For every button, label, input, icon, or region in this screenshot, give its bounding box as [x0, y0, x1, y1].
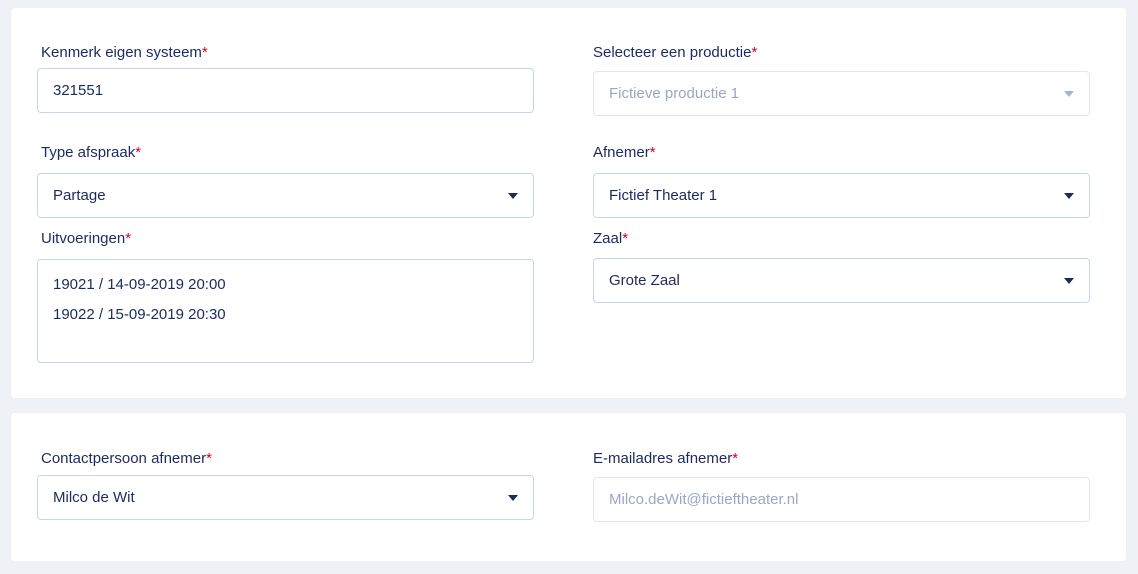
zaal-value: Grote Zaal — [609, 272, 680, 289]
required-marker: * — [206, 450, 212, 467]
required-marker: * — [135, 144, 142, 161]
caret-down-icon — [508, 494, 518, 501]
required-marker: * — [649, 144, 656, 161]
productie-select[interactable]: Fictieve productie 1 — [593, 71, 1090, 116]
kenmerk-label: Kenmerk eigen systeem* — [41, 44, 208, 61]
uitvoeringen-label-text: Uitvoeringen — [41, 230, 126, 247]
email-label: E-mailadres afnemer* — [593, 450, 738, 467]
email-label-text: E-mailadres afnemer — [593, 450, 733, 467]
afnemer-label: Afnemer* — [593, 144, 656, 161]
type-afspraak-select[interactable]: Partage — [37, 173, 534, 218]
required-marker: * — [751, 44, 758, 61]
zaal-label: Zaal* — [593, 230, 628, 247]
productie-label-text: Selecteer een productie — [593, 44, 752, 61]
form-card-contact: Contactpersoon afnemer* Milco de Wit E-m… — [11, 413, 1126, 561]
type-afspraak-value: Partage — [53, 187, 106, 204]
required-marker: * — [201, 44, 208, 61]
uitvoering-option[interactable]: 19022 / 15-09-2019 20:30 — [53, 300, 518, 330]
kenmerk-value: 321551 — [53, 82, 104, 99]
email-field[interactable]: Milco.deWit@fictieftheater.nl — [593, 477, 1090, 522]
email-placeholder: Milco.deWit@fictieftheater.nl — [609, 491, 799, 508]
required-marker: * — [622, 230, 629, 247]
afnemer-label-text: Afnemer — [593, 144, 650, 161]
caret-down-icon — [1064, 277, 1074, 284]
contactpersoon-value: Milco de Wit — [53, 489, 135, 506]
kenmerk-input[interactable]: 321551 — [37, 68, 534, 113]
form-card-main: Kenmerk eigen systeem* 321551 Selecteer … — [11, 8, 1126, 398]
uitvoering-option[interactable]: 19021 / 14-09-2019 20:00 — [53, 270, 518, 300]
contactpersoon-label-text: Contactpersoon afnemer — [41, 450, 207, 467]
caret-down-icon — [508, 192, 518, 199]
productie-label: Selecteer een productie* — [593, 44, 757, 61]
caret-down-icon — [1064, 90, 1074, 97]
afnemer-select[interactable]: Fictief Theater 1 — [593, 173, 1090, 218]
zaal-label-text: Zaal — [593, 230, 623, 247]
type-afspraak-label-text: Type afspraak — [41, 144, 136, 161]
contactpersoon-label: Contactpersoon afnemer* — [41, 450, 212, 467]
type-afspraak-label: Type afspraak* — [41, 144, 141, 161]
kenmerk-label-text: Kenmerk eigen systeem — [41, 44, 202, 61]
required-marker: * — [732, 450, 739, 467]
uitvoeringen-multiselect[interactable]: 19021 / 14-09-2019 20:00 19022 / 15-09-2… — [37, 259, 534, 363]
contactpersoon-select[interactable]: Milco de Wit — [37, 475, 534, 520]
zaal-select[interactable]: Grote Zaal — [593, 258, 1090, 303]
productie-value: Fictieve productie 1 — [609, 85, 740, 102]
caret-down-icon — [1064, 192, 1074, 199]
required-marker: * — [125, 230, 132, 247]
afnemer-value: Fictief Theater 1 — [609, 187, 718, 204]
uitvoeringen-label: Uitvoeringen* — [41, 230, 131, 247]
